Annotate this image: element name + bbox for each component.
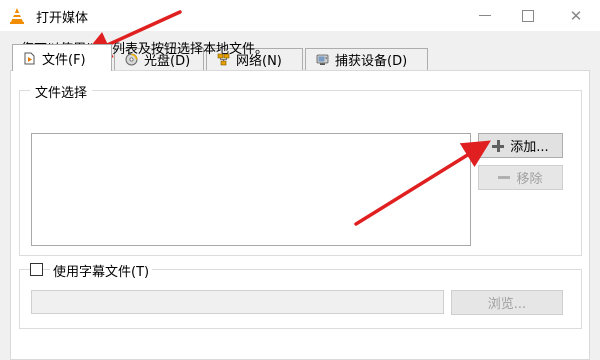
window-title: 打开媒体 <box>36 11 89 26</box>
subtitle-file-field[interactable] <box>31 290 444 314</box>
minus-icon <box>498 176 511 179</box>
add-button[interactable]: 添加... <box>478 133 563 158</box>
tab-bar: 文件(F) 光盘(D) 网络(N) 捕获设备(D) <box>0 44 600 71</box>
subtitle-checkbox[interactable] <box>30 263 43 276</box>
tab-capture-device[interactable]: 捕获设备(D) <box>305 48 428 70</box>
close-button[interactable]: ✕ <box>553 0 599 31</box>
remove-button-label: 移除 <box>516 172 543 187</box>
subtitle-checkbox-label[interactable]: 使用字幕文件(T) <box>50 261 153 280</box>
maximize-button[interactable] <box>505 0 551 31</box>
tab-capture-device-label: 捕获设备(D) <box>335 54 408 69</box>
plus-icon <box>492 139 505 152</box>
vlc-cone-icon <box>10 8 24 24</box>
capture-device-icon <box>316 54 329 65</box>
tab-file-label: 文件(F) <box>42 52 86 68</box>
maximize-icon <box>522 9 534 22</box>
tab-file[interactable]: 文件(F) <box>12 44 112 71</box>
file-icon <box>24 52 35 64</box>
minimize-button[interactable] <box>462 0 508 31</box>
add-button-label: 添加... <box>510 140 549 155</box>
browse-button-label: 浏览... <box>487 297 527 312</box>
remove-button[interactable]: 移除 <box>478 165 563 190</box>
file-list[interactable] <box>31 133 471 246</box>
title-bar: 打开媒体 ✕ <box>0 0 600 31</box>
file-selection-legend: 文件选择 <box>30 82 93 101</box>
minimize-icon <box>479 15 491 16</box>
close-icon: ✕ <box>569 6 583 25</box>
browse-button[interactable]: 浏览... <box>451 290 563 315</box>
